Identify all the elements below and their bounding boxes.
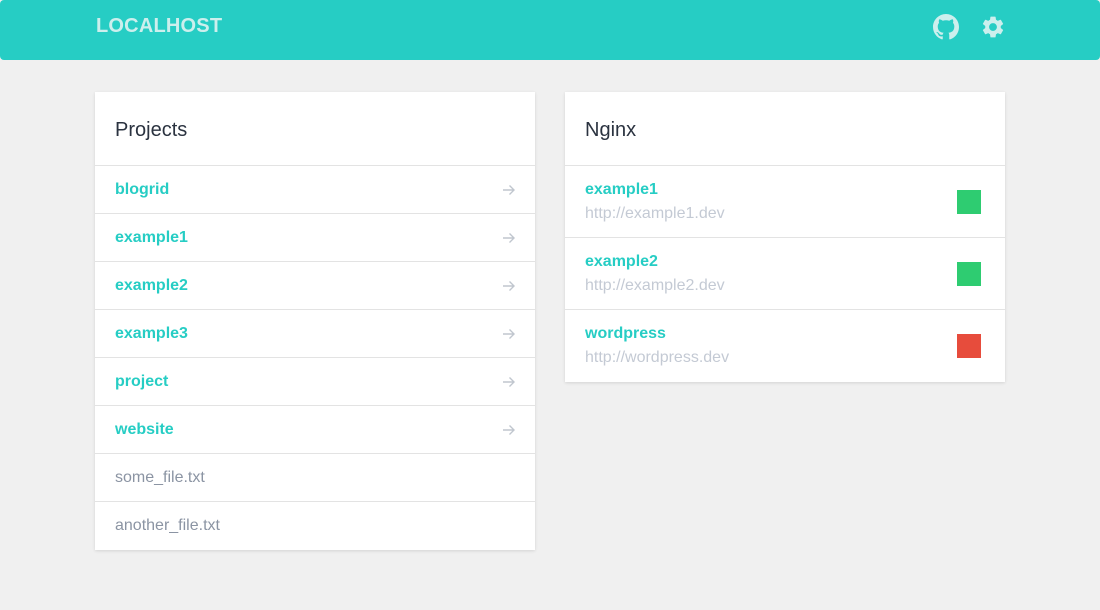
arrow-right-icon: [503, 281, 515, 291]
site-name-link[interactable]: wordpress: [585, 325, 985, 343]
nginx-site-row: example2 http://example2.dev: [565, 238, 1005, 310]
file-label: some_file.txt: [115, 468, 205, 486]
arrow-right-icon: [503, 329, 515, 339]
top-bar: LOCALHOST: [0, 0, 1100, 60]
header-icons: [933, 14, 1006, 40]
project-row-example2[interactable]: example2: [95, 262, 535, 310]
file-label: another_file.txt: [115, 517, 220, 534]
project-link[interactable]: blogrid: [115, 181, 169, 199]
status-indicator: [957, 262, 981, 286]
project-row-website[interactable]: website: [95, 406, 535, 454]
gear-icon[interactable]: [980, 14, 1006, 40]
arrow-right-icon: [503, 185, 515, 195]
project-row-example3[interactable]: example3: [95, 310, 535, 358]
projects-card: Projects blogrid example1 example2 examp…: [95, 92, 535, 550]
file-row-another-file: another_file.txt: [95, 502, 535, 550]
project-row-example1[interactable]: example1: [95, 214, 535, 262]
site-name-link[interactable]: example1: [585, 181, 985, 199]
project-link[interactable]: example1: [115, 229, 188, 247]
project-link[interactable]: website: [115, 421, 174, 439]
site-url[interactable]: http://wordpress.dev: [585, 349, 985, 367]
project-link[interactable]: project: [115, 373, 168, 391]
status-indicator: [957, 334, 981, 358]
site-url[interactable]: http://example2.dev: [585, 277, 985, 295]
nginx-site-row: example1 http://example1.dev: [565, 166, 1005, 238]
status-indicator: [957, 190, 981, 214]
file-row-some-file: some_file.txt: [95, 454, 535, 502]
arrow-right-icon: [503, 233, 515, 243]
project-row-blogrid[interactable]: blogrid: [95, 166, 535, 214]
projects-list: blogrid example1 example2 example3 proje…: [95, 166, 535, 550]
arrow-right-icon: [503, 425, 515, 435]
projects-title: Projects: [95, 92, 535, 166]
site-url[interactable]: http://example1.dev: [585, 205, 985, 223]
nginx-sites-list: example1 http://example1.dev example2 ht…: [565, 166, 1005, 382]
nginx-site-row: wordpress http://wordpress.dev: [565, 310, 1005, 382]
brand-title[interactable]: LOCALHOST: [96, 15, 222, 38]
arrow-right-icon: [503, 377, 515, 387]
github-icon[interactable]: [933, 14, 959, 40]
site-name-link[interactable]: example2: [585, 253, 985, 271]
project-link[interactable]: example3: [115, 325, 188, 343]
nginx-card: Nginx example1 http://example1.dev examp…: [565, 92, 1005, 382]
nginx-title: Nginx: [565, 92, 1005, 166]
project-row-project[interactable]: project: [95, 358, 535, 406]
project-link[interactable]: example2: [115, 277, 188, 295]
